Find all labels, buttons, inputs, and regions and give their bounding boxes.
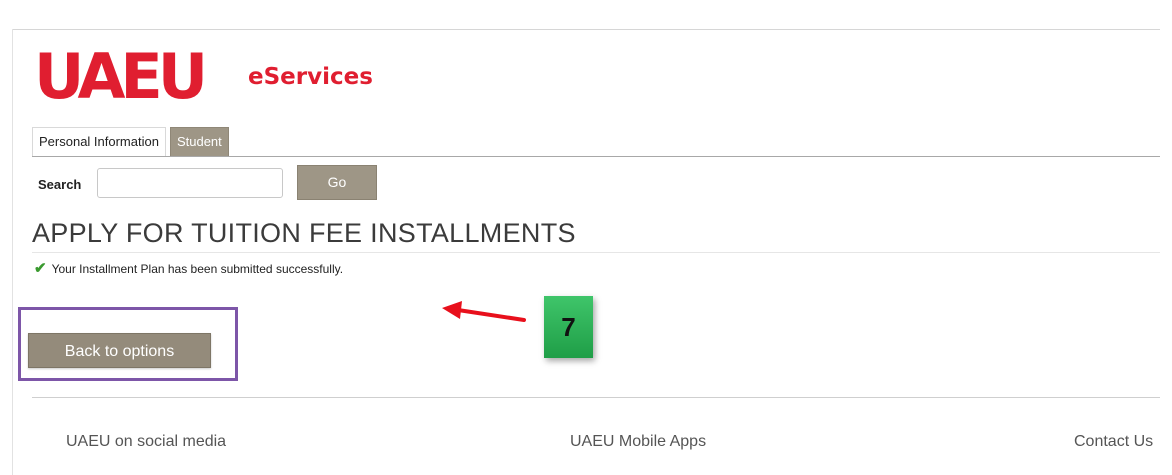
search-input[interactable] (97, 168, 283, 198)
title-divider (32, 252, 1172, 253)
right-edge-mask (1160, 29, 1172, 475)
check-icon: ✔ (34, 260, 47, 277)
tab-divider (32, 156, 1172, 157)
footer-apps-link[interactable]: UAEU Mobile Apps (570, 433, 706, 451)
footer-social-link[interactable]: UAEU on social media (66, 433, 226, 451)
footer-divider (32, 397, 1172, 398)
arrow-left-icon (442, 301, 526, 322)
tab-student[interactable]: Student (169, 127, 229, 156)
success-message-row: ✔ Your Installment Plan has been submitt… (34, 260, 343, 278)
tab-personal-information[interactable]: Personal Information (32, 127, 166, 156)
frame-left-border (12, 29, 13, 475)
go-button[interactable]: Go (297, 165, 377, 200)
success-message: Your Installment Plan has been submitted… (51, 262, 344, 276)
uaeu-logo[interactable]: UAEU (34, 41, 208, 113)
back-to-options-button[interactable]: Back to options (28, 333, 211, 368)
footer-contact-link[interactable]: Contact Us (1074, 433, 1153, 451)
frame-top-border (12, 29, 1172, 30)
eservices-logo-text: eServices (248, 64, 373, 90)
step-number-badge: 7 (544, 296, 593, 358)
search-label: Search (38, 177, 82, 192)
page-title: APPLY FOR TUITION FEE INSTALLMENTS (32, 218, 576, 248)
tab-bar: Personal Information Student (32, 126, 233, 156)
